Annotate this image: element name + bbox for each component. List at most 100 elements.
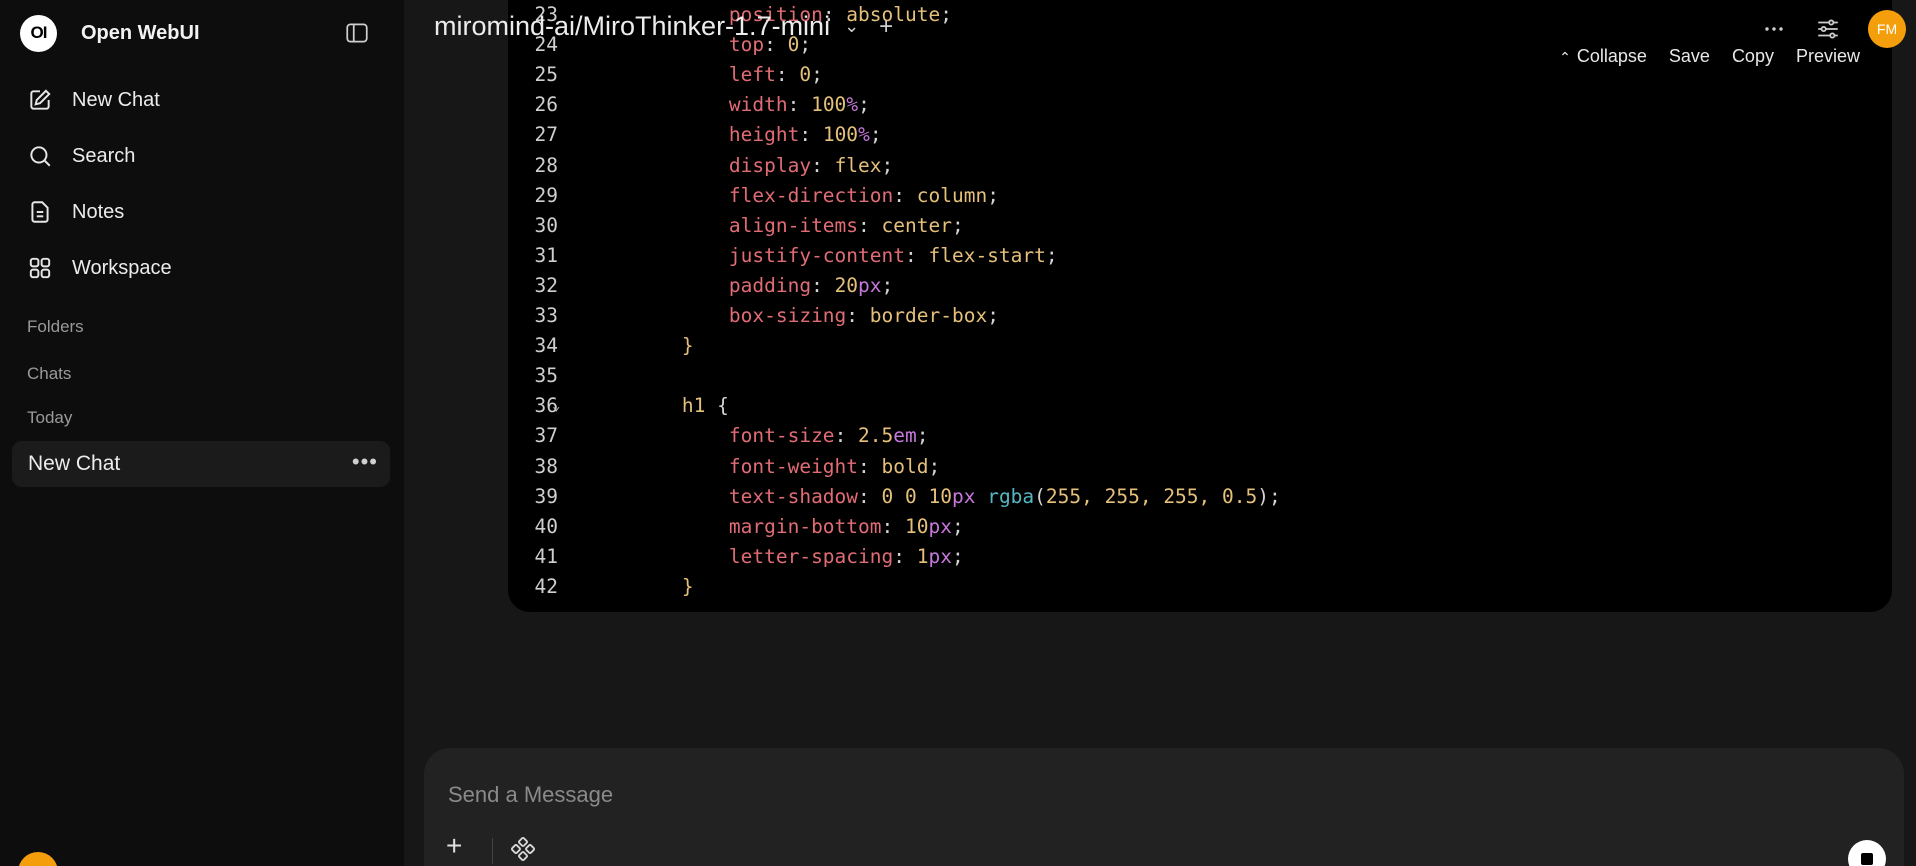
user-avatar[interactable] [18,852,58,866]
top-actions: FM [1760,10,1906,48]
code-token: ; [987,183,999,207]
code-token: bold [881,454,929,478]
code-token: : [834,424,859,448]
code-token: 0 0 10 [881,484,952,508]
main-area: miromind-ai/MiroThinker-1.7-mini ⌄ + FM … [404,0,1916,866]
more-options-icon[interactable]: ••• [352,449,378,475]
line-number: 38 [534,454,558,478]
tools-icon[interactable] [510,836,536,866]
code-token: } [681,334,694,358]
divider [492,838,493,864]
code-token: : [858,213,882,237]
code-text: display: flex; [588,151,893,181]
brand-name: Open WebUI [81,21,200,44]
code-token: display [728,153,812,177]
sliders-icon[interactable] [1814,15,1842,43]
chevron-down-icon[interactable]: ⌄ [844,16,859,37]
code-token: : [787,93,812,117]
code-token: 20 [834,273,859,297]
plus-icon[interactable]: + [446,830,462,862]
code-token: text-shadow [728,484,859,508]
sidebar: OI Open WebUI New Chat Search Notes Work… [0,0,404,866]
line-number: 40 [534,514,558,538]
chat-item-label: New Chat [28,452,121,475]
fold-chevron-icon[interactable]: ⌄ [552,391,560,421]
line-number: 42 [534,574,558,598]
line-number: 27 [534,123,558,147]
line-number: 37 [534,424,558,448]
collapse-button[interactable]: ⌃ Collapse [1559,46,1647,67]
code-text: font-weight: bold; [588,452,940,482]
code-token: 255, 255, 255, 0.5 [1045,484,1258,508]
code-token: ; [881,273,894,297]
code-token: px [928,514,952,538]
brand[interactable]: OI Open WebUI [20,14,200,52]
code-token: : [905,243,929,267]
code-token: font-size [728,424,835,448]
code-text: } [588,572,694,602]
code-text: } [588,331,694,361]
toggle-sidebar-icon[interactable] [342,18,372,48]
copy-button[interactable]: Copy [1732,46,1774,67]
message-input[interactable]: Send a Message [448,782,613,808]
code-token: ; [1045,243,1058,267]
save-button[interactable]: Save [1669,46,1710,67]
sidebar-item-notes[interactable]: Notes [14,184,390,240]
code-block: ⌃ Collapse Save Copy Preview 23 position:… [508,0,1892,612]
stop-button[interactable] [1848,840,1886,866]
sidebar-item-search[interactable]: Search [14,128,390,184]
code-line: 33 box-sizing: border-box; [508,301,1892,331]
code-token: ; [916,424,929,448]
code-token: : [893,544,917,568]
code-toolbar: ⌃ Collapse Save Copy Preview [1559,46,1860,67]
add-model-icon[interactable]: + [879,13,893,41]
code-token: 2.5 [858,424,894,448]
line-number: 29 [534,183,558,207]
code-token: } [681,574,694,598]
code-text: text-shadow: 0 0 10px rgba(255, 255, 255… [588,482,1281,512]
code-token: left [728,63,776,87]
line-number: 26 [534,93,558,117]
code-token: ; [987,304,999,327]
more-horizontal-icon[interactable] [1760,15,1788,43]
code-token: 1 [916,544,929,568]
code-token: ; [951,514,964,538]
code-token: : [811,153,835,177]
sidebar-item-workspace[interactable]: Workspace [14,240,390,296]
code-token: h1 [681,394,706,418]
code-token: : [775,63,800,87]
chat-item-new-chat[interactable]: New Chat ••• [12,441,390,487]
line-number: 28 [534,153,558,177]
code-token: letter-spacing [728,544,894,568]
grid-icon [26,254,54,282]
avatar[interactable]: FM [1868,10,1906,48]
section-folders[interactable]: Folders [27,317,84,337]
code-line: 37 font-size: 2.5em; [508,421,1892,451]
code-line: 30 align-items: center; [508,211,1892,241]
code-token: ; [869,123,882,147]
sidebar-item-label: Search [72,144,136,167]
section-today: Today [27,408,73,427]
code-text: align-items: center; [588,211,964,241]
model-selector[interactable]: miromind-ai/MiroThinker-1.7-mini ⌄ + [434,11,893,42]
sidebar-item-new-chat[interactable]: New Chat [14,72,390,128]
preview-button[interactable]: Preview [1796,46,1860,67]
code-text: height: 100%; [588,120,882,150]
code-line: 32 padding: 20px; [508,271,1892,301]
code-text: h1 { [588,391,729,421]
section-chats[interactable]: Chats [27,364,71,384]
code-token: center [881,213,952,237]
line-number: 25 [534,63,558,87]
code-text: font-size: 2.5em; [588,421,929,451]
